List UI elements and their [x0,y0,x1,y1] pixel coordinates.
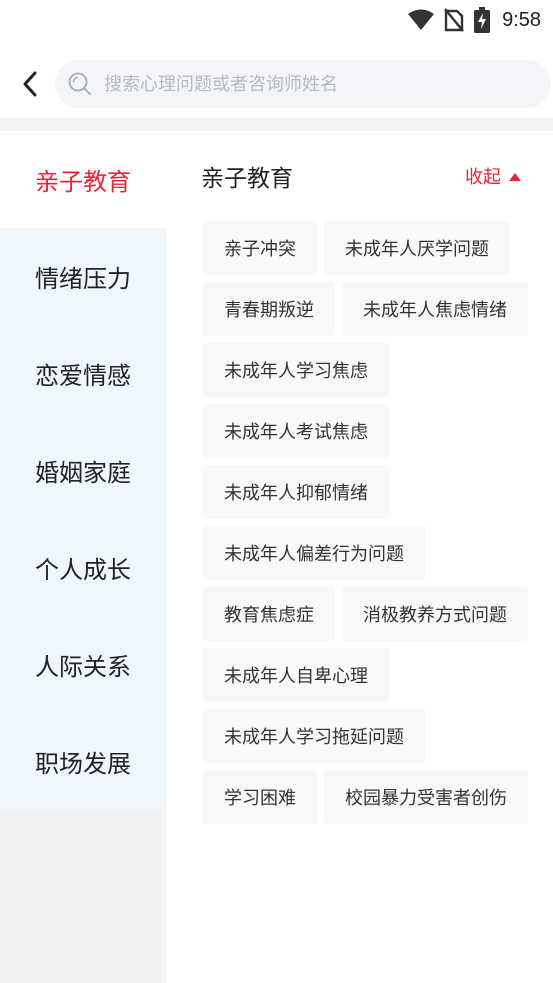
search-icon [68,72,91,95]
topic-tag[interactable]: 青春期叛逆 [203,282,335,336]
topic-tag[interactable]: 未成年人学习焦虑 [203,343,389,397]
topic-tag[interactable]: 校园暴力受害者创伤 [324,770,528,824]
topic-tag[interactable]: 教育焦虑症 [203,587,335,641]
status-icons: 9:58 [408,6,541,34]
sidebar-item-personal-growth[interactable]: 个人成长 [0,519,166,616]
category-list: 亲子教育 情绪压力 恋爱情感 婚姻家庭 个人成长 人际关系 职场发展 [0,131,166,810]
divider [0,118,553,131]
sidebar-item-parenting[interactable]: 亲子教育 [0,131,166,228]
sidebar-item-emotional-stress[interactable]: 情绪压力 [0,228,166,325]
topic-tag[interactable]: 未成年人焦虑情绪 [342,282,528,336]
topic-tag[interactable]: 消极教养方式问题 [342,587,528,641]
no-sim-icon [444,8,464,32]
topic-tag[interactable]: 未成年人学习拖延问题 [203,709,425,763]
sidebar-item-romance[interactable]: 恋爱情感 [0,325,166,422]
top-bar [0,58,553,110]
topic-tag[interactable]: 未成年人自卑心理 [203,648,389,702]
search-input[interactable] [104,73,524,95]
category-sidebar: 亲子教育 情绪压力 恋爱情感 婚姻家庭 个人成长 人际关系 职场发展 [0,131,166,983]
topic-tag[interactable]: 未成年人考试焦虑 [203,404,389,458]
wifi-icon [408,9,435,30]
sidebar-item-relationships[interactable]: 人际关系 [0,616,166,713]
triangle-up-icon [509,172,521,181]
battery-charging-icon [474,7,491,33]
search-box[interactable] [55,60,551,108]
content-panel: 亲子教育 收起 亲子冲突 未成年人厌学问题 青春期叛逆 未成年人焦虑情绪 未成年… [166,131,553,983]
section-title: 亲子教育 [201,166,293,192]
chevron-left-icon [23,71,37,97]
topic-tag[interactable]: 未成年人抑郁情绪 [203,465,389,519]
back-button[interactable] [14,64,46,104]
topic-tag[interactable]: 亲子冲突 [203,221,317,275]
status-time: 9:58 [502,8,541,31]
sidebar-item-marriage-family[interactable]: 婚姻家庭 [0,422,166,519]
sidebar-item-career[interactable]: 职场发展 [0,713,166,810]
topic-tags: 亲子冲突 未成年人厌学问题 青春期叛逆 未成年人焦虑情绪 未成年人学习焦虑 未成… [203,221,543,824]
topic-tag[interactable]: 学习困难 [203,770,317,824]
topic-tag[interactable]: 未成年人厌学问题 [324,221,510,275]
collapse-label: 收起 [465,167,501,188]
status-bar: 9:58 [0,0,553,40]
topic-tag[interactable]: 未成年人偏差行为问题 [203,526,425,580]
collapse-button[interactable]: 收起 [465,163,521,189]
content-header: 亲子教育 收起 [166,159,553,195]
